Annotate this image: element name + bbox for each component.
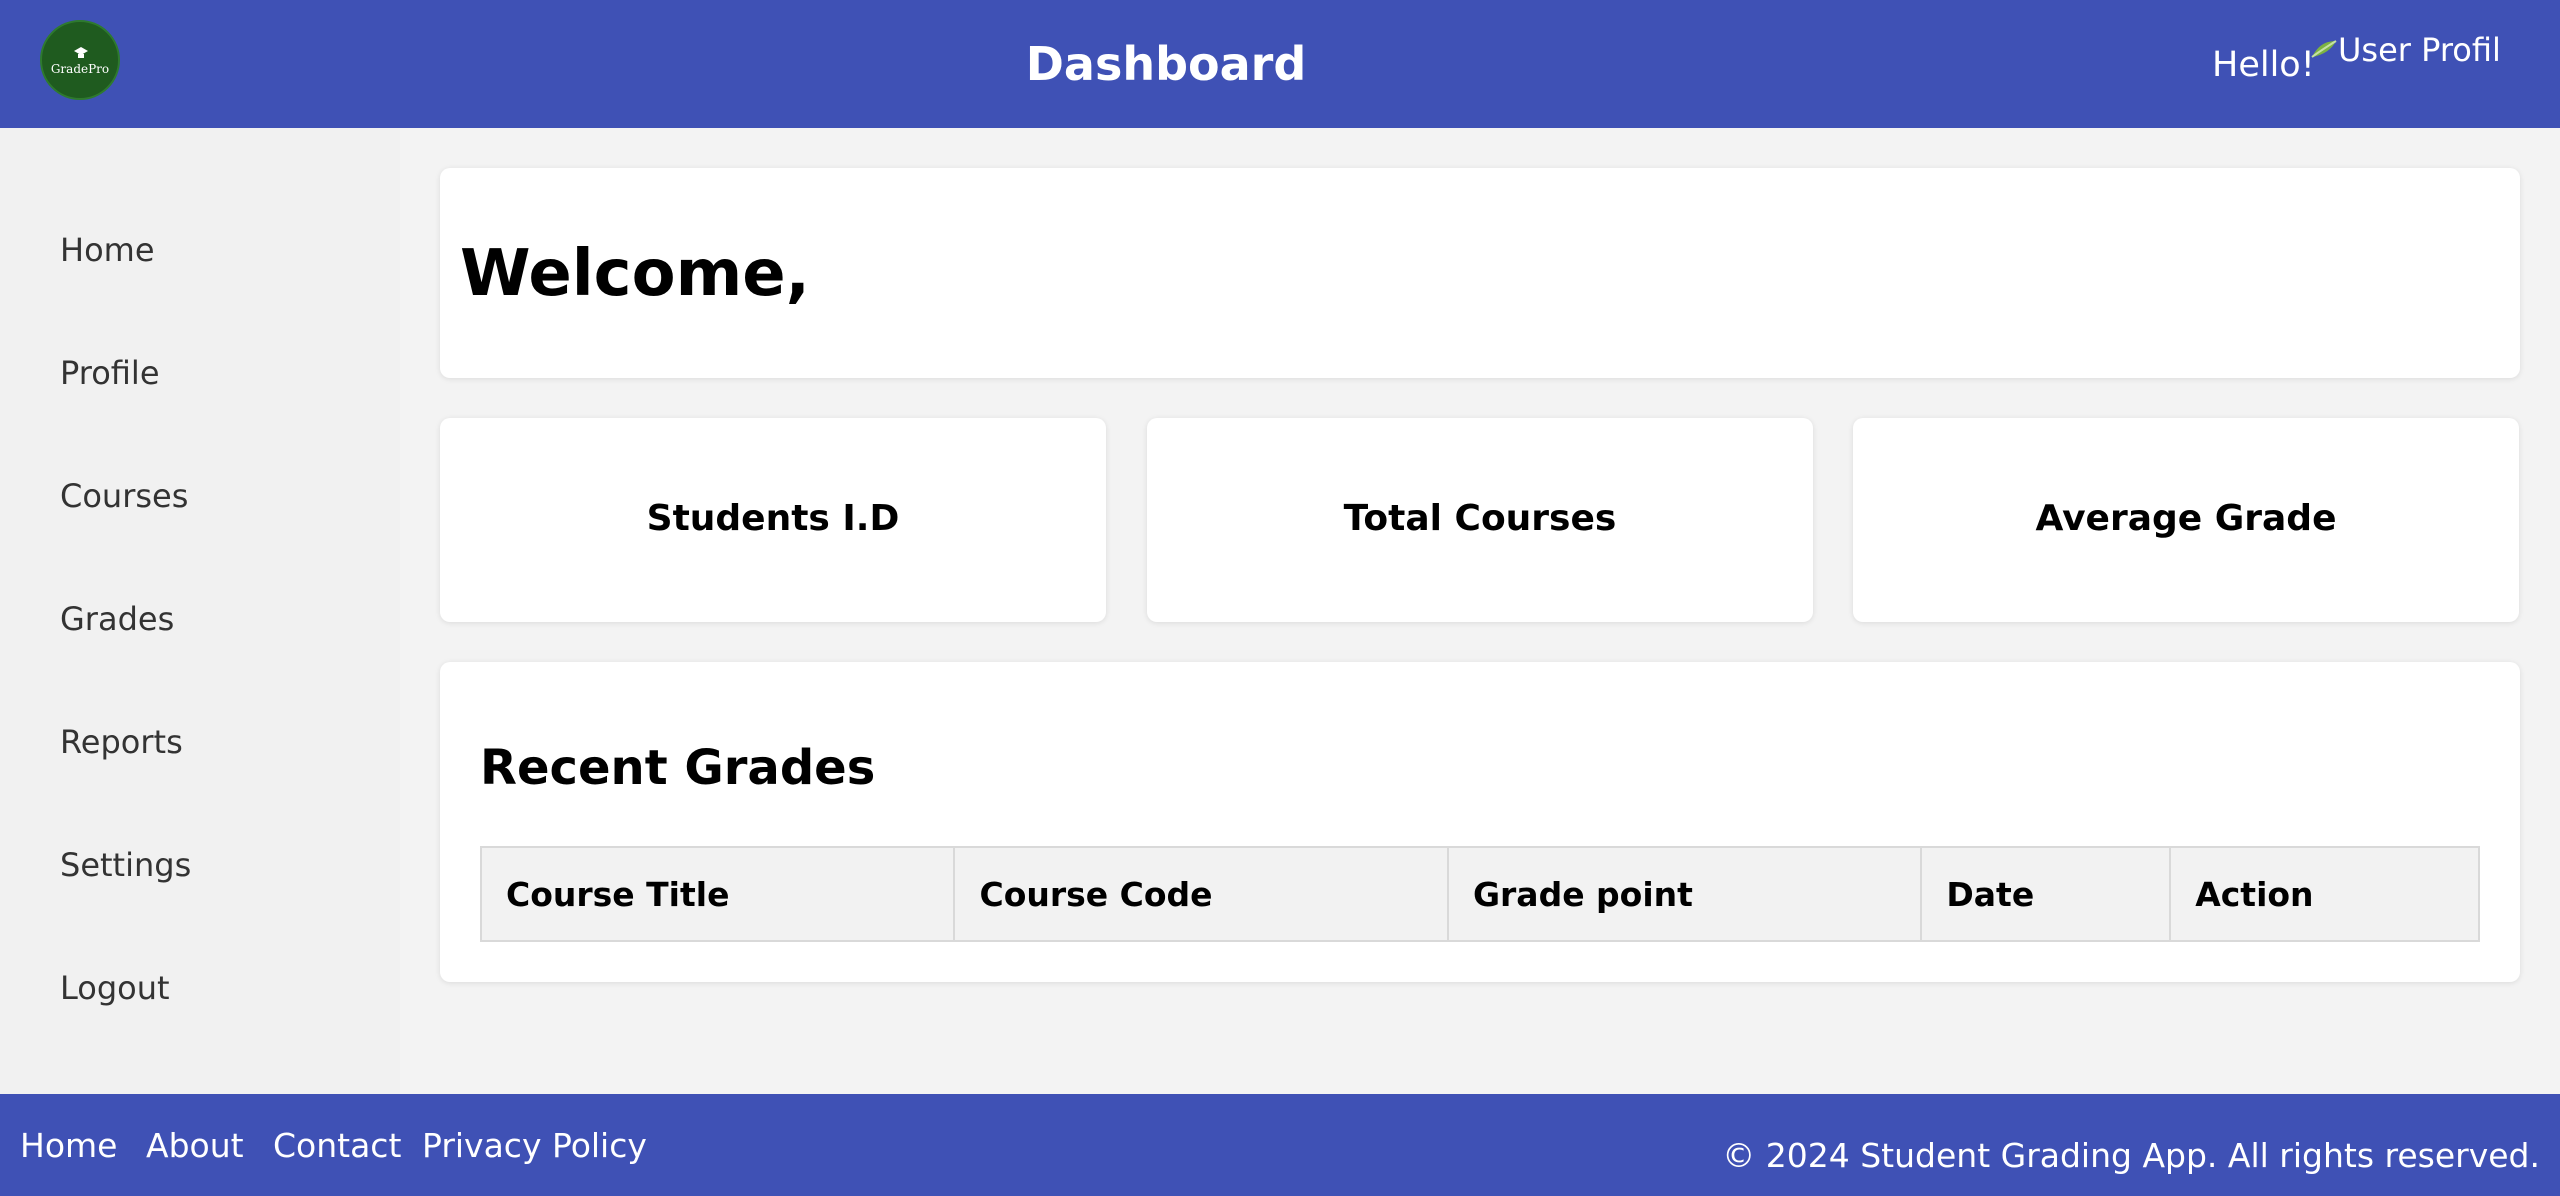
page-title: Dashboard xyxy=(1025,37,1307,91)
sidebar-item-reports[interactable]: Reports xyxy=(60,720,183,764)
gradepro-logo[interactable]: GradePro xyxy=(40,20,120,100)
copyright-text: © 2024 Student Grading App. All rights r… xyxy=(1722,1136,2540,1175)
recent-grades-table: Course Title Course Code Grade point Dat… xyxy=(479,846,2480,942)
footer-link-contact[interactable]: Contact xyxy=(273,1124,401,1168)
sidebar-item-profile[interactable]: Profile xyxy=(60,351,160,395)
average-grade-card: Average Grade xyxy=(1853,418,2519,622)
total-courses-label: Total Courses xyxy=(1343,498,1617,539)
user-profile-image[interactable]: User Profile xyxy=(2310,28,2500,68)
sidebar-item-home[interactable]: Home xyxy=(60,228,155,272)
greeting-text: Hello! xyxy=(2212,45,2315,85)
total-courses-card: Total Courses xyxy=(1147,418,1813,622)
footer-link-privacy-policy[interactable]: Privacy Policy xyxy=(422,1124,647,1168)
welcome-card: Welcome, xyxy=(440,168,2520,378)
table-header-row: Course Title Course Code Grade point Dat… xyxy=(479,846,2480,942)
sidebar-item-courses[interactable]: Courses xyxy=(60,474,188,518)
sidebar-item-settings[interactable]: Settings xyxy=(60,843,191,887)
top-header: GradePro Dashboard Hello! User Profile xyxy=(0,0,2560,128)
column-course-title: Course Title xyxy=(479,846,956,942)
recent-grades-heading: Recent Grades xyxy=(480,740,876,796)
sidebar-item-grades[interactable]: Grades xyxy=(60,597,174,641)
logo-text: GradePro xyxy=(50,62,110,76)
broken-image-icon xyxy=(2310,28,2338,58)
student-id-card: Students I.D xyxy=(440,418,1106,622)
welcome-heading: Welcome, xyxy=(460,237,810,311)
graduation-cap-icon xyxy=(74,47,88,59)
student-id-label: Students I.D xyxy=(646,498,900,539)
recent-grades-card: Recent Grades Course Title Course Code G… xyxy=(440,662,2520,982)
column-course-code: Course Code xyxy=(953,846,1449,942)
sidebar: Home Profile Courses Grades Reports Sett… xyxy=(0,128,400,1094)
user-profile-alt-text: User Profile xyxy=(2338,31,2500,68)
average-grade-label: Average Grade xyxy=(2035,498,2337,539)
footer-link-home[interactable]: Home xyxy=(20,1124,117,1168)
sidebar-item-logout[interactable]: Logout xyxy=(60,966,170,1010)
column-action: Action xyxy=(2169,846,2480,942)
column-date: Date xyxy=(1920,846,2172,942)
footer-link-about[interactable]: About xyxy=(146,1124,244,1168)
column-grade-point: Grade point xyxy=(1446,846,1923,942)
footer: Home About Contact Privacy Policy © 2024… xyxy=(0,1094,2560,1196)
